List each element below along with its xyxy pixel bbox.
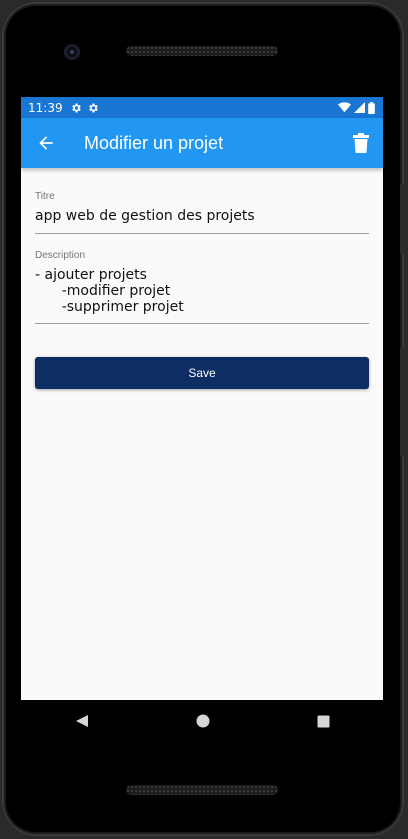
recents-square-icon[interactable]	[317, 715, 330, 728]
project-form: Titre app web de gestion des projets Des…	[21, 191, 383, 389]
status-bar: 11:39	[21, 97, 383, 118]
page-title: Modifier un projet	[84, 132, 224, 153]
description-field[interactable]: Description - ajouter projets -modifier …	[35, 250, 369, 324]
status-time: 11:39	[28, 100, 63, 115]
gear-icon	[87, 102, 99, 114]
title-input[interactable]: app web de gestion des projets	[35, 208, 369, 224]
signal-icon	[354, 102, 365, 113]
system-nav-bar	[21, 700, 383, 742]
top-speaker-grille	[126, 46, 278, 56]
save-button[interactable]: Save	[35, 357, 369, 389]
wifi-icon	[338, 102, 351, 113]
status-icons	[338, 101, 375, 114]
app-screen: 11:39 Modifier un projet Titre app web d…	[21, 97, 383, 700]
phone-frame: 11:39 Modifier un projet Titre app web d…	[2, 2, 404, 836]
front-camera	[64, 44, 80, 60]
description-input[interactable]: - ajouter projets -modifier projet -supp…	[35, 267, 369, 315]
battery-icon	[368, 101, 375, 114]
volume-button	[400, 347, 404, 457]
app-bar: Modifier un projet	[21, 118, 383, 168]
title-field[interactable]: Titre app web de gestion des projets	[35, 191, 369, 234]
arrow-back-icon[interactable]	[36, 133, 56, 153]
description-field-label: Description	[35, 250, 86, 261]
trash-icon[interactable]	[353, 133, 369, 153]
back-triangle-icon[interactable]	[75, 714, 89, 728]
home-circle-icon[interactable]	[196, 714, 210, 728]
power-button	[400, 184, 404, 254]
title-field-label: Titre	[35, 191, 55, 202]
gear-icon	[70, 102, 82, 114]
bottom-speaker-grille	[126, 785, 278, 795]
